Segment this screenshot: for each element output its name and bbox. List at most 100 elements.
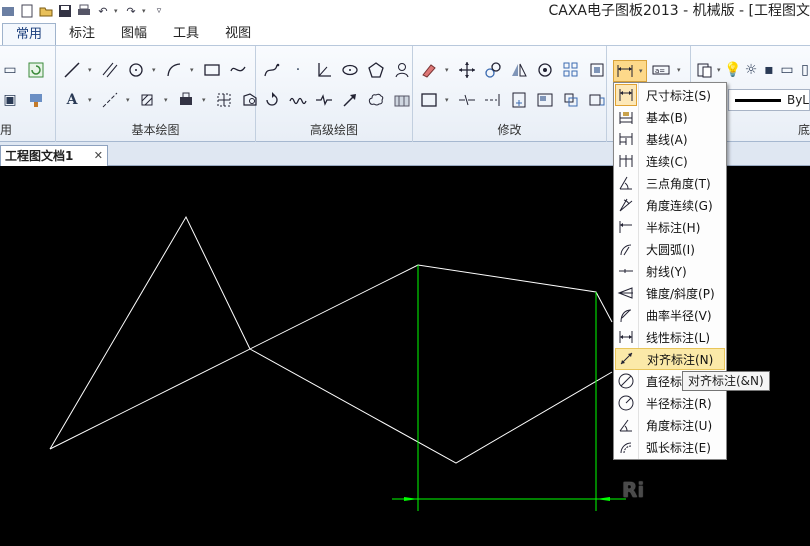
menu-item-dim-angle-continuous[interactable]: 角度连续(G) [615,194,725,216]
format-brush-icon[interactable] [26,90,46,110]
layer-icon[interactable]: ▣ [0,90,20,110]
arc-dropdown-icon[interactable]: ▾ [190,66,196,74]
print-icon[interactable] [76,3,92,19]
menu-item-dim-curvature[interactable]: 曲率半径(V) [615,304,725,326]
sun-icon[interactable]: ☼ [743,60,759,80]
circle-dropdown-icon[interactable]: ▾ [152,66,158,74]
tab-sheet[interactable]: 图幅 [108,23,160,45]
wave-line-icon[interactable] [288,90,308,110]
dimension-dropdown-icon[interactable]: ▾ [639,67,645,75]
app-menu-icon[interactable] [0,3,16,19]
rectangle-icon[interactable] [202,60,222,80]
rotate-icon[interactable] [535,60,555,80]
color-swatch-icon[interactable]: ▯ [797,60,810,80]
dot-icon[interactable]: · [288,60,308,80]
menu-item-dim-arc-length[interactable]: 弧长标注(E) [615,436,725,458]
menu-item-label: 角度标注(U) [646,418,713,433]
arc-icon[interactable] [164,60,184,80]
select-dropdown-icon[interactable]: ▾ [445,96,451,104]
layer-manager-dropdown-icon[interactable]: ▾ [717,66,723,74]
menu-item-dim-basic[interactable]: 基本(B) [615,106,725,128]
tab-annotate[interactable]: 标注 [56,23,108,45]
erase-dropdown-icon[interactable]: ▾ [445,66,451,74]
dim-style-dropdown-icon[interactable]: ▾ [677,66,683,74]
lock-icon[interactable]: ▪ [761,60,777,80]
block-insert-icon[interactable] [176,90,196,110]
menu-item-dim-linear[interactable]: 尺寸标注(S) [615,84,725,106]
group-common-partial: ▭ ▣ 用 [0,46,56,142]
line-icon[interactable] [62,60,82,80]
centerline-dropdown-icon[interactable]: ▾ [126,96,132,104]
explode-icon[interactable] [587,60,607,80]
menu-item-dim-angle[interactable]: 角度标注(U) [615,414,725,436]
cloud-line-icon[interactable] [366,90,386,110]
rotate-curve-icon[interactable] [262,90,282,110]
fillet-icon[interactable] [587,90,607,110]
menu-item-dim-half[interactable]: 半标注(H) [615,216,725,238]
title-bar: ↶ ▾ ↷ ▾ ▿ CAXA电子图板2013 - 机械版 - [工程图文 [0,0,810,22]
erase-icon[interactable] [419,60,439,80]
dim-style-icon[interactable]: a= [651,60,671,80]
undo-dropdown-icon[interactable]: ▾ [114,7,120,15]
move-icon[interactable] [457,60,477,80]
arrow-icon[interactable] [340,90,360,110]
hatch-dropdown-icon[interactable]: ▾ [164,96,170,104]
text-icon[interactable]: A [62,90,82,110]
break-line-icon[interactable] [314,90,334,110]
block-dropdown-icon[interactable]: ▾ [202,96,208,104]
table-icon[interactable] [392,90,412,110]
menu-item-dim-linear-line[interactable]: 线性标注(L) [615,326,725,348]
redo-dropdown-icon[interactable]: ▾ [142,7,148,15]
menu-item-dim-large-arc[interactable]: 大圆弧(I) [615,238,725,260]
scale-icon[interactable] [535,90,555,110]
select-window-icon[interactable] [419,90,439,110]
close-icon[interactable]: ✕ [94,146,103,166]
tab-common[interactable]: 常用 [2,23,57,45]
pentagon-icon[interactable] [366,60,386,80]
menu-item-dim-continuous[interactable]: 连续(C) [615,150,725,172]
menu-item-dim-radius[interactable]: 半径标注(R) [615,392,725,414]
hatch-icon[interactable] [138,90,158,110]
print-layer-icon[interactable]: ▭ [779,60,795,80]
parallel-line-icon[interactable] [100,60,120,80]
open-folder-icon[interactable] [38,3,54,19]
layer-manager-icon[interactable] [695,60,715,80]
save-icon[interactable] [57,3,73,19]
linetype-select[interactable]: ByL [728,89,810,111]
tab-view[interactable]: 视图 [212,23,264,45]
points-grid-icon[interactable] [214,90,234,110]
customize-toolbar-icon[interactable]: ▿ [151,3,167,19]
stretch-icon[interactable] [509,90,529,110]
undo-icon[interactable]: ↶ [95,3,111,19]
refresh-icon[interactable] [26,60,46,80]
menu-item-dim-ray[interactable]: 射线(Y) [615,260,725,282]
user-figure-icon[interactable] [392,60,412,80]
menu-item-dim-taper[interactable]: 锥度/斜度(P) [615,282,725,304]
properties-icon[interactable]: ▭ [0,60,20,80]
tab-tools[interactable]: 工具 [160,23,212,45]
mirror-icon[interactable] [509,60,529,80]
offset-icon[interactable] [561,90,581,110]
group-label-modify: 修改 [497,123,522,137]
array-icon[interactable] [561,60,581,80]
spline-icon[interactable] [228,60,248,80]
ellipse-icon[interactable] [340,60,360,80]
curve-icon[interactable] [262,60,282,80]
menu-item-dim-aligned[interactable]: 对齐标注(N) [615,348,725,370]
axis-icon[interactable] [314,60,334,80]
new-file-icon[interactable] [19,3,35,19]
redo-icon[interactable]: ↷ [123,3,139,19]
trim-icon[interactable] [457,90,477,110]
centerline-icon[interactable] [100,90,120,110]
dim-linear-line-icon [615,326,637,348]
circle-icon[interactable] [126,60,146,80]
menu-item-dim-three-point-angle[interactable]: 三点角度(T) [615,172,725,194]
text-dropdown-icon[interactable]: ▾ [88,96,94,104]
line-dropdown-icon[interactable]: ▾ [88,66,94,74]
dimension-split-button[interactable]: ▾ [613,60,647,82]
bulb-icon[interactable]: 💡 [724,60,741,80]
menu-item-dim-baseline[interactable]: 基线(A) [615,128,725,150]
document-tab[interactable]: 工程图文档1 ✕ [0,145,108,166]
copy-icon[interactable] [483,60,503,80]
extend-icon[interactable] [483,90,503,110]
